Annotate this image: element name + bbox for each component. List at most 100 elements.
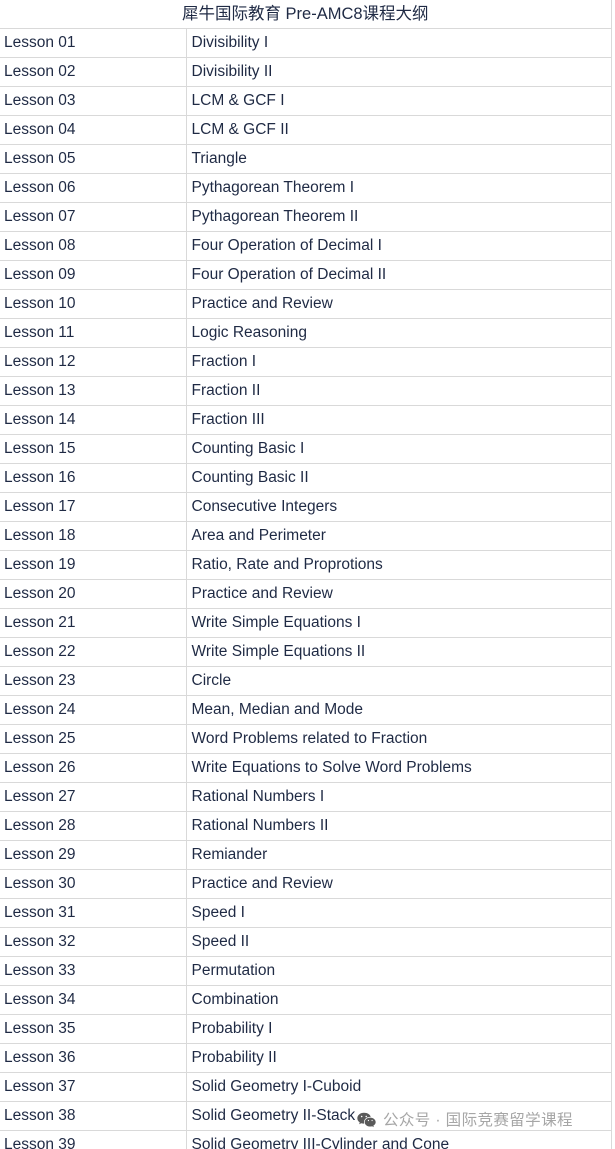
lesson-topic-cell: Solid Geometry II-Stack: [186, 1101, 612, 1131]
lesson-number-cell: Lesson 29: [0, 840, 187, 870]
title-row: 犀牛国际教育 Pre-AMC8课程大纲: [0, 0, 612, 29]
lesson-number-cell: Lesson 13: [0, 376, 187, 406]
lesson-number-cell: Lesson 18: [0, 521, 187, 551]
lesson-topic-cell: Write Simple Equations I: [186, 608, 612, 638]
lesson-number-cell: Lesson 09: [0, 260, 187, 290]
table-row: Lesson 33 Permutation: [0, 956, 612, 986]
table-row: Lesson 13 Fraction II: [0, 376, 612, 406]
table-row: Lesson 37 Solid Geometry I-Cuboid: [0, 1072, 612, 1102]
table-row: Lesson 15 Counting Basic I: [0, 434, 612, 464]
lesson-topic-cell: Counting Basic II: [186, 463, 612, 493]
table-row: Lesson 17 Consecutive Integers: [0, 492, 612, 522]
lesson-number-cell: Lesson 06: [0, 173, 187, 203]
table-row: Lesson 16 Counting Basic II: [0, 463, 612, 493]
lesson-topic-cell: Speed II: [186, 927, 612, 957]
table-row: Lesson 35 Probability I: [0, 1014, 612, 1044]
table-row: Lesson 10 Practice and Review: [0, 289, 612, 319]
lesson-number-cell: Lesson 34: [0, 985, 187, 1015]
lesson-number-cell: Lesson 37: [0, 1072, 187, 1102]
lesson-topic-cell: Rational Numbers I: [186, 782, 612, 812]
lesson-number-cell: Lesson 39: [0, 1130, 187, 1149]
lesson-topic-cell: Write Equations to Solve Word Problems: [186, 753, 612, 783]
lesson-topic-cell: Counting Basic I: [186, 434, 612, 464]
lesson-number-cell: Lesson 01: [0, 28, 187, 58]
lesson-topic-cell: Four Operation of Decimal II: [186, 260, 612, 290]
lesson-number-cell: Lesson 04: [0, 115, 187, 145]
page-root: 犀牛国际教育 Pre-AMC8课程大纲 Lesson 01 Divisibilit…: [0, 0, 615, 1149]
table-row: Lesson 32 Speed II: [0, 927, 612, 957]
lesson-topic-cell: Practice and Review: [186, 289, 612, 319]
table-row: Lesson 01 Divisibility I: [0, 28, 612, 58]
lesson-topic-cell: LCM & GCF II: [186, 115, 612, 145]
lesson-topic-cell: Word Problems related to Fraction: [186, 724, 612, 754]
lesson-number-cell: Lesson 31: [0, 898, 187, 928]
lesson-number-cell: Lesson 10: [0, 289, 187, 319]
table-row: Lesson 20 Practice and Review: [0, 579, 612, 609]
lesson-number-cell: Lesson 15: [0, 434, 187, 464]
table-row: Lesson 27 Rational Numbers I: [0, 782, 612, 812]
lesson-number-cell: Lesson 24: [0, 695, 187, 725]
lesson-topic-cell: Pythagorean Theorem I: [186, 173, 612, 203]
table-row: Lesson 09 Four Operation of Decimal II: [0, 260, 612, 290]
lesson-number-cell: Lesson 27: [0, 782, 187, 812]
syllabus-table: 犀牛国际教育 Pre-AMC8课程大纲 Lesson 01 Divisibilit…: [0, 0, 612, 1149]
lesson-number-cell: Lesson 35: [0, 1014, 187, 1044]
table-row: Lesson 12 Fraction I: [0, 347, 612, 377]
table-row: Lesson 25 Word Problems related to Fracti…: [0, 724, 612, 754]
table-row: Lesson 03 LCM & GCF I: [0, 86, 612, 116]
lesson-topic-cell: Fraction II: [186, 376, 612, 406]
lesson-number-cell: Lesson 02: [0, 57, 187, 87]
lesson-number-cell: Lesson 20: [0, 579, 187, 609]
table-row: Lesson 28 Rational Numbers II: [0, 811, 612, 841]
lesson-number-cell: Lesson 07: [0, 202, 187, 232]
lesson-topic-cell: Remiander: [186, 840, 612, 870]
lesson-number-cell: Lesson 30: [0, 869, 187, 899]
page-title: 犀牛国际教育 Pre-AMC8课程大纲: [0, 0, 612, 29]
lesson-topic-cell: Solid Geometry I-Cuboid: [186, 1072, 612, 1102]
syllabus-table-body: 犀牛国际教育 Pre-AMC8课程大纲 Lesson 01 Divisibilit…: [0, 0, 612, 1149]
lesson-topic-cell: Triangle: [186, 144, 612, 174]
table-row: Lesson 22 Write Simple Equations II: [0, 637, 612, 667]
table-row: Lesson 08 Four Operation of Decimal I: [0, 231, 612, 261]
table-row: Lesson 18 Area and Perimeter: [0, 521, 612, 551]
lesson-number-cell: Lesson 23: [0, 666, 187, 696]
lesson-topic-cell: Practice and Review: [186, 579, 612, 609]
lesson-topic-cell: Pythagorean Theorem II: [186, 202, 612, 232]
table-row: Lesson 02 Divisibility II: [0, 57, 612, 87]
lesson-topic-cell: Speed I: [186, 898, 612, 928]
lesson-number-cell: Lesson 17: [0, 492, 187, 522]
lesson-number-cell: Lesson 14: [0, 405, 187, 435]
lesson-topic-cell: Area and Perimeter: [186, 521, 612, 551]
lesson-topic-cell: Four Operation of Decimal I: [186, 231, 612, 261]
table-row: Lesson 04 LCM & GCF II: [0, 115, 612, 145]
lesson-topic-cell: Consecutive Integers: [186, 492, 612, 522]
lesson-number-cell: Lesson 25: [0, 724, 187, 754]
lesson-number-cell: Lesson 11: [0, 318, 187, 348]
lesson-topic-cell: Practice and Review: [186, 869, 612, 899]
lesson-topic-cell: Ratio, Rate and Proprotions: [186, 550, 612, 580]
lesson-topic-cell: Logic Reasoning: [186, 318, 612, 348]
lesson-number-cell: Lesson 05: [0, 144, 187, 174]
lesson-topic-cell: Fraction I: [186, 347, 612, 377]
table-row: Lesson 11 Logic Reasoning: [0, 318, 612, 348]
table-row: Lesson 39 Solid Geometry III-Cylinder and…: [0, 1130, 612, 1149]
table-row: Lesson 31 Speed I: [0, 898, 612, 928]
table-row: Lesson 21 Write Simple Equations I: [0, 608, 612, 638]
lesson-number-cell: Lesson 32: [0, 927, 187, 957]
lesson-number-cell: Lesson 21: [0, 608, 187, 638]
lesson-topic-cell: Fraction III: [186, 405, 612, 435]
table-row: Lesson 29 Remiander: [0, 840, 612, 870]
lesson-topic-cell: Combination: [186, 985, 612, 1015]
lesson-number-cell: Lesson 16: [0, 463, 187, 493]
table-row: Lesson 06 Pythagorean Theorem I: [0, 173, 612, 203]
table-row: Lesson 23 Circle: [0, 666, 612, 696]
table-row: Lesson 19 Ratio, Rate and Proprotions: [0, 550, 612, 580]
table-row: Lesson 38 Solid Geometry II-Stack: [0, 1101, 612, 1131]
lesson-topic-cell: Write Simple Equations II: [186, 637, 612, 667]
table-row: Lesson 26 Write Equations to Solve Word P…: [0, 753, 612, 783]
table-row: Lesson 07 Pythagorean Theorem II: [0, 202, 612, 232]
lesson-topic-cell: LCM & GCF I: [186, 86, 612, 116]
table-row: Lesson 14 Fraction III: [0, 405, 612, 435]
lesson-number-cell: Lesson 28: [0, 811, 187, 841]
lesson-topic-cell: Permutation: [186, 956, 612, 986]
